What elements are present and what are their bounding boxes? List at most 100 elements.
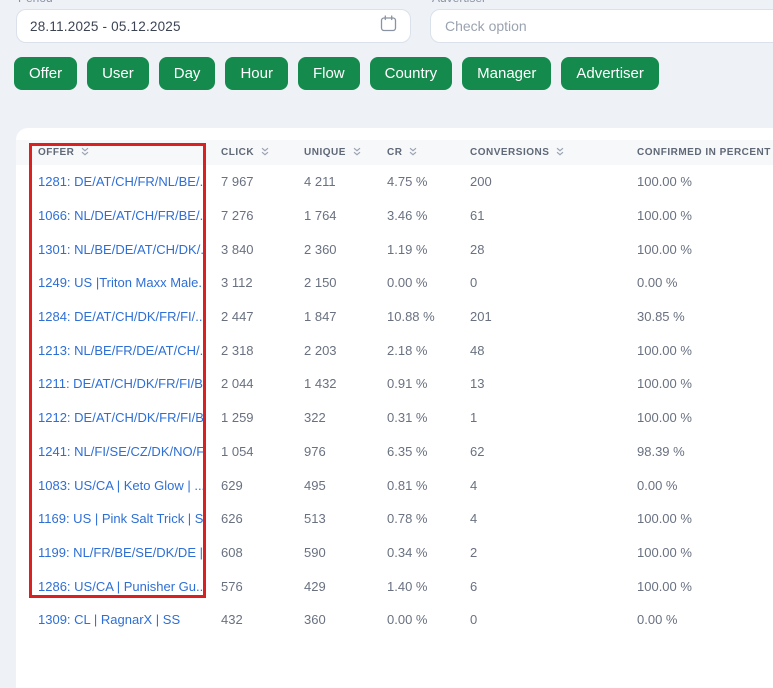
- cr-cell: 1.40 %: [387, 578, 428, 594]
- unique-cell: 1 847: [304, 309, 337, 325]
- offer-link[interactable]: 1211: DE/AT/CH/DK/FR/FI/B...: [38, 376, 205, 392]
- offer-link[interactable]: 1241: NL/FI/SE/CZ/DK/NO/F...: [38, 443, 205, 459]
- offer-link[interactable]: 1301: NL/BE/DE/AT/CH/DK/...: [38, 241, 205, 257]
- filter-button-offer[interactable]: Offer: [14, 57, 78, 90]
- filter-button-country[interactable]: Country: [369, 57, 453, 90]
- filter-button-manager[interactable]: Manager: [462, 57, 552, 90]
- unique-cell: 1 432: [304, 376, 337, 392]
- stats-table-card: OFFER CLICK UNIQUE CR CONVERSIONS CONFIR…: [16, 128, 773, 688]
- offer-link[interactable]: 1066: NL/DE/AT/CH/FR/BE/...: [38, 208, 205, 224]
- conversions-cell: 2: [470, 544, 478, 560]
- cr-cell: 4.75 %: [387, 174, 428, 190]
- cr-cell: 0.81 %: [387, 477, 428, 493]
- sort-chevrons-icon[interactable]: [260, 146, 270, 160]
- conversions-cell: 4: [470, 477, 478, 493]
- click-cell: 2 044: [221, 376, 254, 392]
- offer-link[interactable]: 1249: US |Triton Maxx Male...: [38, 275, 205, 291]
- period-label: Period: [18, 0, 53, 5]
- offer-link[interactable]: 1309: CL | RagnarX | SS: [38, 612, 181, 628]
- offer-link[interactable]: 1199: NL/FR/BE/SE/DK/DE | ...: [38, 544, 205, 560]
- cr-cell: 0.91 %: [387, 376, 428, 392]
- cr-cell: 2.18 %: [387, 342, 428, 358]
- cr-cell: 0.34 %: [387, 544, 428, 560]
- filter-button-flow[interactable]: Flow: [297, 57, 360, 90]
- offer-cell: 1241: NL/FI/SE/CZ/DK/NO/F...: [16, 443, 205, 459]
- conversions-cell: 4: [470, 511, 478, 527]
- click-cell: 7 967: [221, 174, 254, 190]
- cr-cell: 10.88 %: [387, 309, 435, 325]
- click-cell: 608: [221, 544, 243, 560]
- click-cell: 3 112: [221, 275, 253, 291]
- offer-link[interactable]: 1284: DE/AT/CH/DK/FR/FI/...: [38, 309, 205, 325]
- click-cell: 7 276: [221, 208, 254, 224]
- filter-button-advertiser[interactable]: Advertiser: [561, 57, 659, 90]
- offer-link[interactable]: 1281: DE/AT/CH/FR/NL/BE/...: [38, 174, 205, 190]
- table-row: 1286: US/CA | Punisher Gu... 576 429 1.4…: [16, 569, 773, 603]
- sort-chevrons-icon[interactable]: [555, 146, 565, 160]
- offer-link[interactable]: 1213: NL/BE/FR/DE/AT/CH/...: [38, 342, 205, 358]
- period-date-range-input[interactable]: 28.11.2025 - 05.12.2025: [16, 9, 411, 43]
- filter-button-day[interactable]: Day: [158, 57, 216, 90]
- column-header-label: CONVERSIONS: [470, 147, 550, 158]
- conversions-cell: 61: [470, 208, 485, 224]
- cr-cell: 0.00 %: [387, 275, 428, 291]
- table-row: 1213: NL/BE/FR/DE/AT/CH/... 2 318 2 203 …: [16, 333, 773, 367]
- calendar-icon[interactable]: [380, 15, 397, 37]
- click-cell: 2 318: [221, 342, 254, 358]
- conversions-cell: 6: [470, 578, 478, 594]
- unique-cell: 495: [304, 477, 326, 493]
- column-header-click[interactable]: CLICK: [205, 146, 288, 160]
- offer-cell: 1211: DE/AT/CH/DK/FR/FI/B...: [16, 376, 205, 392]
- column-header-label: CR: [387, 147, 403, 158]
- unique-cell: 1 764: [304, 208, 337, 224]
- conversions-cell: 48: [470, 342, 485, 358]
- confirmed-cell: 100.00 %: [637, 544, 692, 560]
- confirmed-cell: 100.00 %: [637, 241, 692, 257]
- table-row: 1249: US |Triton Maxx Male... 3 112 2 15…: [16, 266, 773, 300]
- cr-cell: 3.46 %: [387, 208, 428, 224]
- confirmed-cell: 100.00 %: [637, 174, 692, 190]
- column-header-unique[interactable]: UNIQUE: [288, 146, 371, 160]
- sort-chevrons-icon[interactable]: [408, 146, 418, 160]
- conversions-cell: 13: [470, 376, 485, 392]
- confirmed-cell: 30.85 %: [637, 309, 685, 325]
- filter-button-hour[interactable]: Hour: [225, 57, 288, 90]
- table-row: 1309: CL | RagnarX | SS 432 360 0.00 % 0…: [16, 603, 773, 637]
- offer-link[interactable]: 1212: DE/AT/CH/DK/FR/FI/B...: [38, 410, 205, 426]
- table-row: 1083: US/CA | Keto Glow | ... 629 495 0.…: [16, 468, 773, 502]
- column-header-offer[interactable]: OFFER: [16, 146, 205, 160]
- offer-link[interactable]: 1286: US/CA | Punisher Gu...: [38, 578, 205, 594]
- filter-button-user[interactable]: User: [87, 57, 149, 90]
- click-cell: 3 840: [221, 241, 254, 257]
- column-header-confirmed[interactable]: CONFIRMED IN PERCENT: [621, 146, 773, 160]
- sort-chevrons-icon[interactable]: [352, 146, 362, 160]
- unique-cell: 2 150: [304, 275, 337, 291]
- column-header-cr[interactable]: CR: [371, 146, 454, 160]
- table-row: 1211: DE/AT/CH/DK/FR/FI/B... 2 044 1 432…: [16, 367, 773, 401]
- unique-cell: 429: [304, 578, 326, 594]
- offer-cell: 1249: US |Triton Maxx Male...: [16, 275, 205, 291]
- stats-page: { "filters": { "period": { "label": "Per…: [0, 0, 773, 688]
- table-body: 1281: DE/AT/CH/FR/NL/BE/... 7 967 4 2 1 1 …: [16, 165, 773, 637]
- table-row: 1281: DE/AT/CH/FR/NL/BE/... 7 967 4 211 …: [16, 165, 773, 199]
- unique-cell: 322: [304, 410, 326, 426]
- conversions-cell: 201: [470, 309, 492, 325]
- offer-cell: 1301: NL/BE/DE/AT/CH/DK/...: [16, 241, 205, 257]
- table-header-row: OFFER CLICK UNIQUE CR CONVERSIONS CONFIR…: [16, 140, 773, 165]
- advertiser-select-input[interactable]: [431, 10, 773, 42]
- advertiser-select[interactable]: [430, 9, 773, 43]
- column-header-conversions[interactable]: CONVERSIONS: [454, 146, 621, 160]
- click-cell: 2 447: [221, 309, 254, 325]
- offer-link[interactable]: 1169: US | Pink Salt Trick | SS: [38, 511, 205, 527]
- cr-cell: 6.35 %: [387, 443, 428, 459]
- confirmed-cell: 100.00 %: [637, 208, 692, 224]
- cr-cell: 0.00 %: [387, 612, 428, 628]
- sort-chevrons-icon[interactable]: [80, 146, 90, 160]
- table-row: 1301: NL/BE/DE/AT/CH/DK/... 3 840 2 360 …: [16, 232, 773, 266]
- conversions-cell: 62: [470, 443, 485, 459]
- unique-cell: 360: [304, 612, 326, 628]
- click-cell: 626: [221, 511, 243, 527]
- offer-cell: 1281: DE/AT/CH/FR/NL/BE/...: [16, 174, 205, 190]
- offer-link[interactable]: 1083: US/CA | Keto Glow | ...: [38, 477, 205, 493]
- offer-cell: 1066: NL/DE/AT/CH/FR/BE/...: [16, 208, 205, 224]
